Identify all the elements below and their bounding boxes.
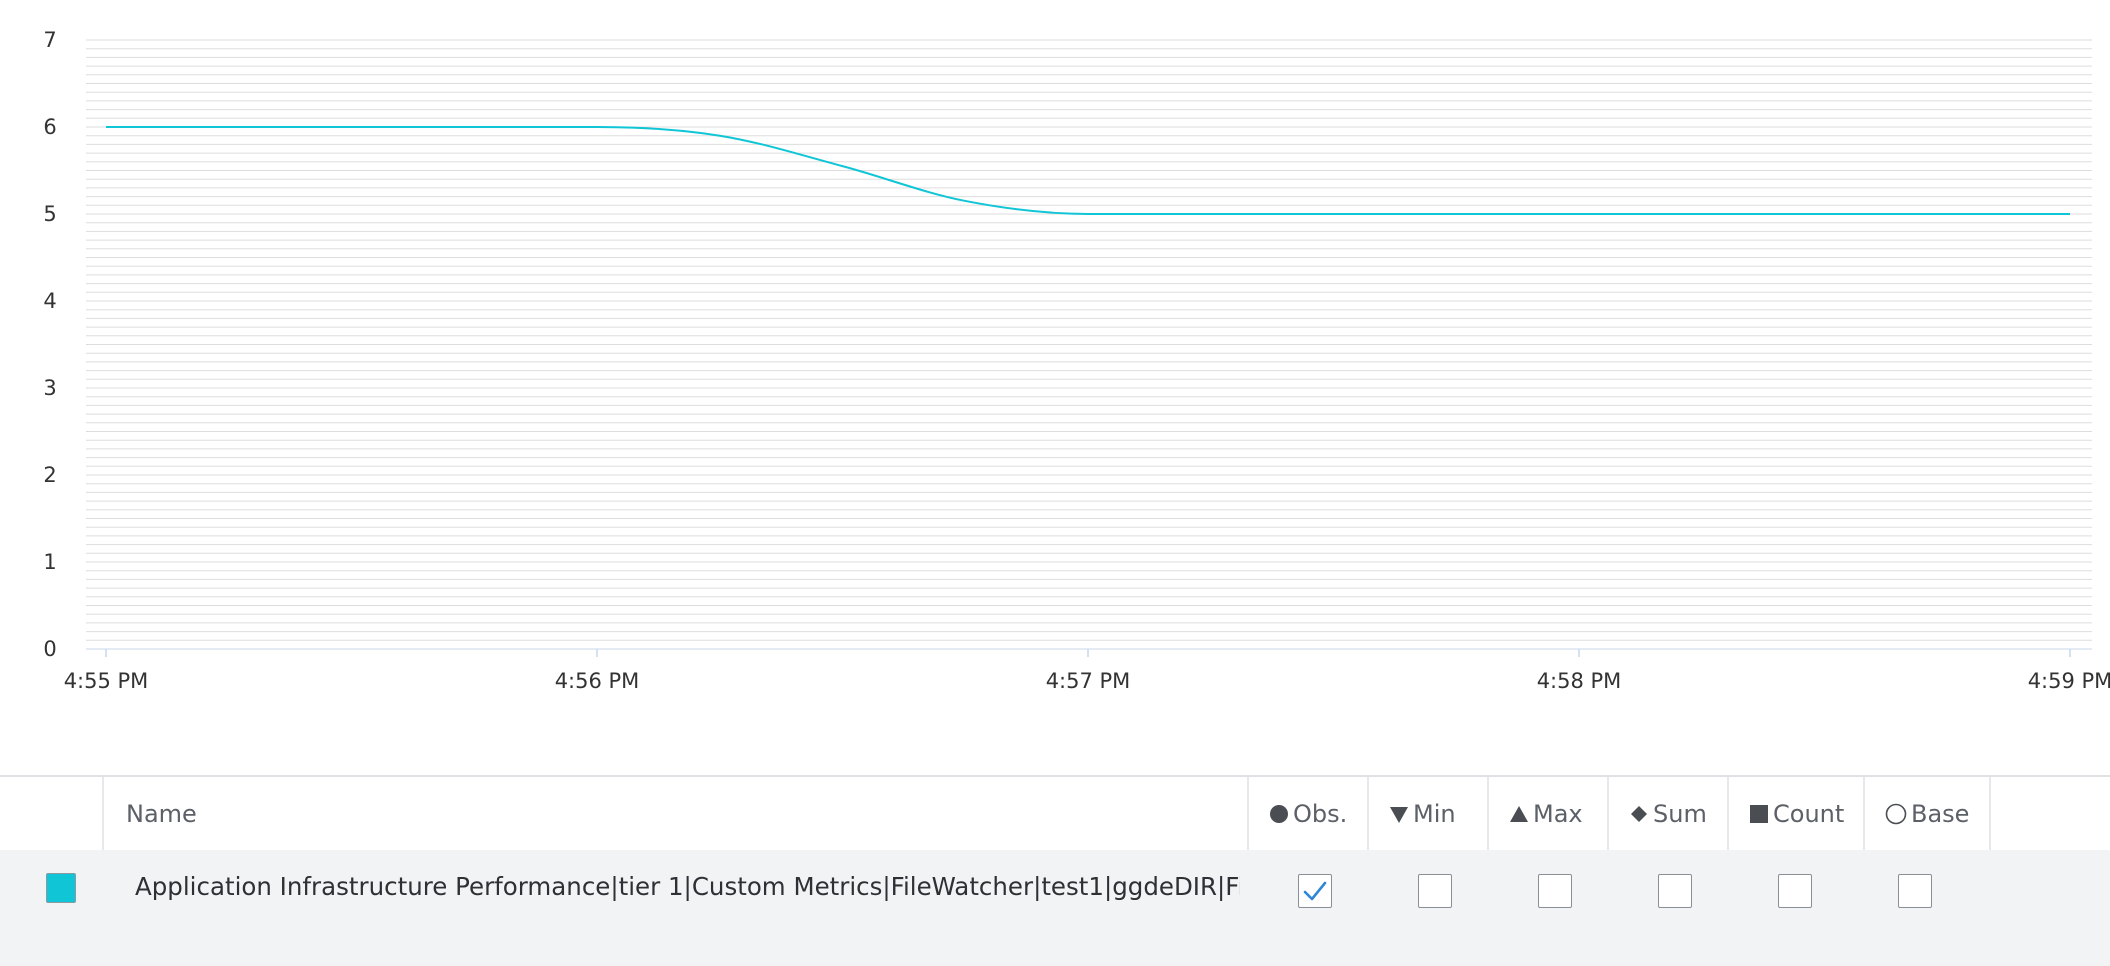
table-header: Name Obs. Min Max Sum Count Base [0,775,2110,852]
y-tick-label: 7 [43,28,56,52]
y-tick-label: 3 [43,376,56,400]
min-checkbox[interactable] [1418,874,1452,908]
column-header-count[interactable]: Count [1727,777,1863,850]
series-color-swatch[interactable] [46,873,76,903]
column-header-name-label: Name [126,799,197,828]
column-header-sum-label: Sum [1653,799,1707,828]
y-axis: 0 1 2 3 4 5 6 7 [43,28,56,661]
y-tick-label: 5 [43,202,56,226]
column-header-base[interactable]: Base [1863,777,1991,850]
x-tick-label: 4:58 PM [1537,669,1622,693]
checkmark-icon [1303,881,1327,901]
sum-checkbox[interactable] [1658,874,1692,908]
y-tick-label: 4 [43,289,56,313]
column-header-min[interactable]: Min [1367,777,1487,850]
x-axis: 4:55 PM 4:56 PM 4:57 PM 4:58 PM 4:59 PM [64,649,2110,693]
column-header-count-label: Count [1773,799,1845,828]
triangle-up-icon [1509,804,1529,824]
obs-checkbox[interactable] [1298,874,1332,908]
filled-circle-icon [1269,804,1289,824]
x-tick-label: 4:56 PM [555,669,640,693]
x-tick-label: 4:57 PM [1046,669,1131,693]
hollow-circle-icon [1885,803,1907,825]
column-header-obs-label: Obs. [1293,799,1348,828]
y-tick-label: 2 [43,463,56,487]
column-header-name[interactable]: Name [102,777,1247,850]
column-header-max[interactable]: Max [1487,777,1607,850]
base-checkbox[interactable] [1898,874,1932,908]
metric-name[interactable]: Application Infrastructure Performance|t… [135,872,1240,901]
x-tick-label: 4:55 PM [64,669,149,693]
metric-chart: 01234567 4:55 PM 4:56 PM 4:57 PM 4:58 PM 4:5… [43,28,2110,693]
metric-table: Name Obs. Min Max Sum Count Base [0,775,2110,966]
x-tick-label: 4:59 PM [2028,669,2110,693]
y-tick-label: 0 [43,637,56,661]
max-checkbox[interactable] [1538,874,1572,908]
y-tick-label: 1 [43,550,56,574]
column-header-min-label: Min [1413,799,1456,828]
column-header-max-label: Max [1533,799,1583,828]
table-row[interactable] [0,850,2110,966]
triangle-down-icon [1389,804,1409,824]
filled-square-icon [1749,804,1769,824]
diamond-icon [1629,804,1649,824]
count-checkbox[interactable] [1778,874,1812,908]
column-header-obs[interactable]: Obs. [1247,777,1367,850]
y-tick-label: 6 [43,115,56,139]
column-header-base-label: Base [1911,799,1970,828]
chart-grid [86,39,2092,650]
column-header-sum[interactable]: Sum [1607,777,1727,850]
